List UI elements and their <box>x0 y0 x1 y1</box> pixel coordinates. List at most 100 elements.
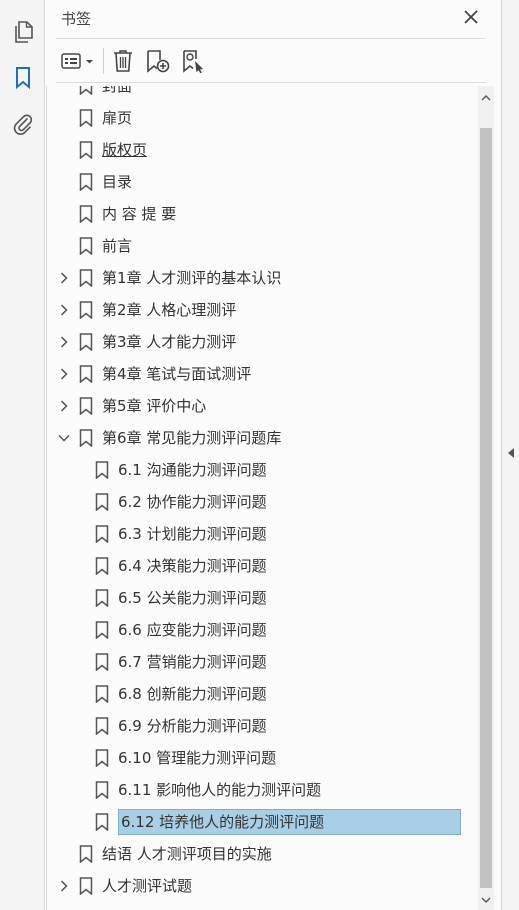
chevron-right-icon[interactable] <box>56 398 72 414</box>
paperclip-icon[interactable] <box>11 112 35 136</box>
bookmark-item[interactable]: 版权页 <box>47 135 478 165</box>
chevron-right-icon[interactable] <box>56 302 72 318</box>
bookmark-item[interactable]: 第1章 人才测评的基本认识 <box>47 263 478 293</box>
bookmark-label: 第2章 人格心理测评 <box>102 301 237 319</box>
bookmark-label: 6.9 分析能力测评问题 <box>118 717 267 735</box>
bookmark-item[interactable]: 人才测评试题 <box>47 871 478 901</box>
bookmarks-toolbar <box>46 44 501 78</box>
bookmark-item[interactable]: 第6章 常见能力测评问题库 <box>47 423 478 453</box>
bookmark-item[interactable]: 第2章 人格心理测评 <box>47 295 478 325</box>
bookmark-label: 扉页 <box>102 109 133 127</box>
bookmark-subitem[interactable]: 6.2 协作能力测评问题 <box>47 487 478 517</box>
find-bookmark-button[interactable] <box>180 47 208 75</box>
bookmark-icon <box>95 589 109 608</box>
bookmark-subitem[interactable]: 6.4 决策能力测评问题 <box>47 551 478 581</box>
bookmark-label: 6.6 应变能力测评问题 <box>118 621 267 639</box>
bookmark-label: 目录 <box>102 173 133 191</box>
bookmark-item[interactable]: 前言 <box>47 231 478 261</box>
bookmark-subitem[interactable]: 6.1 沟通能力测评问题 <box>47 455 478 485</box>
bookmark-icon <box>79 397 93 416</box>
bookmark-icon <box>79 205 93 224</box>
bookmark-tree: 封面扉页版权页目录内 容 提 要前言第1章 人才测评的基本认识第2章 人格心理测… <box>46 86 478 910</box>
bookmark-label: 版权页 <box>102 141 148 159</box>
bookmark-icon <box>95 813 109 832</box>
close-icon <box>464 10 478 24</box>
chevron-right-icon[interactable] <box>56 334 72 350</box>
bookmark-icon <box>95 557 109 576</box>
bookmark-icon <box>79 429 93 448</box>
bookmark-label: 6.3 计划能力测评问题 <box>118 525 267 543</box>
bookmark-item[interactable]: 目录 <box>47 167 478 197</box>
bookmark-item[interactable]: 内 容 提 要 <box>47 199 478 229</box>
scroll-up-button[interactable] <box>478 90 494 106</box>
bookmark-subitem[interactable]: 6.3 计划能力测评问题 <box>47 519 478 549</box>
chevron-right-icon[interactable] <box>56 878 72 894</box>
bookmark-label: 第3章 人才能力测评 <box>102 333 237 351</box>
bookmark-icon <box>95 653 109 672</box>
scroll-thumb[interactable] <box>480 128 492 888</box>
bookmark-subitem[interactable]: 6.5 公关能力测评问题 <box>47 583 478 613</box>
bookmark-label: 6.4 决策能力测评问题 <box>118 557 267 575</box>
bookmark-icon <box>95 461 109 480</box>
bookmark-label: 内 容 提 要 <box>102 205 177 223</box>
bookmark-label: 人才测评试题 <box>102 877 193 895</box>
chevron-right-icon[interactable] <box>56 270 72 286</box>
close-button[interactable] <box>461 7 481 27</box>
bookmark-icon <box>79 269 93 288</box>
bookmark-item[interactable]: 第3章 人才能力测评 <box>47 327 478 357</box>
bookmark-label: 6.12 培养他人的能力测评问题 <box>118 809 461 835</box>
bookmark-label: 6.7 营销能力测评问题 <box>118 653 267 671</box>
delete-bookmark-button[interactable] <box>110 47 136 75</box>
options-menu-button[interactable] <box>60 47 98 75</box>
list-options-icon <box>61 53 93 69</box>
chevron-right-icon[interactable] <box>56 366 72 382</box>
bookmark-item[interactable]: 封面 <box>47 86 478 101</box>
bookmark-icon <box>95 525 109 544</box>
bookmark-item[interactable]: 扉页 <box>47 103 478 133</box>
bookmark-icon <box>95 621 109 640</box>
bookmark-label: 6.1 沟通能力测评问题 <box>118 461 267 479</box>
bookmark-subitem[interactable]: 6.7 营销能力测评问题 <box>47 647 478 677</box>
bookmark-icon <box>79 141 93 160</box>
scroll-down-button[interactable] <box>478 892 494 908</box>
divider <box>56 38 486 39</box>
toolbar-separator <box>103 48 104 74</box>
bookmark-label: 6.11 影响他人的能力测评问题 <box>118 781 322 799</box>
bookmark-icon <box>79 237 93 256</box>
bookmark-icon <box>95 493 109 512</box>
chevron-down-icon[interactable] <box>56 430 72 446</box>
bookmark-item[interactable]: 第4章 笔试与面试测评 <box>47 359 478 389</box>
bookmark-subitem[interactable]: 6.12 培养他人的能力测评问题 <box>47 807 478 837</box>
bookmark-icon[interactable] <box>11 66 35 90</box>
pages-icon[interactable] <box>11 20 35 44</box>
add-bookmark-button[interactable] <box>144 47 172 75</box>
trash-icon <box>114 50 132 72</box>
pane-splitter[interactable] <box>501 0 519 910</box>
bookmark-label: 第5章 评价中心 <box>102 397 207 415</box>
bookmark-icon <box>79 109 93 128</box>
chevron-up-icon <box>481 95 491 101</box>
bookmark-subitem[interactable]: 6.10 管理能力测评问题 <box>47 743 478 773</box>
bookmark-label: 第6章 常见能力测评问题库 <box>102 429 282 447</box>
bookmark-label: 6.2 协作能力测评问题 <box>118 493 267 511</box>
bookmark-label: 6.10 管理能力测评问题 <box>118 749 277 767</box>
bookmark-icon <box>79 845 93 864</box>
bookmark-label: 前言 <box>102 237 133 255</box>
bookmark-search-icon <box>183 50 203 73</box>
bookmark-icon <box>79 301 93 320</box>
bookmarks-panel: 书签 封面 扉页 版权页 目录 内 容 提 要 前言 第1章 人才测评的基本认识… <box>46 0 501 910</box>
collapse-arrow-icon[interactable] <box>507 447 515 459</box>
panel-header: 书签 <box>46 0 501 38</box>
bookmark-item[interactable]: 结语 人才测评项目的实施 <box>47 839 478 869</box>
bookmark-subitem[interactable]: 6.11 影响他人的能力测评问题 <box>47 775 478 805</box>
bookmark-subitem[interactable]: 6.8 创新能力测评问题 <box>47 679 478 709</box>
bookmark-item[interactable]: 第5章 评价中心 <box>47 391 478 421</box>
bookmark-icon <box>79 333 93 352</box>
bookmark-label: 6.5 公关能力测评问题 <box>118 589 267 607</box>
bookmark-subitem[interactable]: 6.6 应变能力测评问题 <box>47 615 478 645</box>
bookmark-icon <box>95 685 109 704</box>
bookmark-icon <box>95 717 109 736</box>
bookmark-subitem[interactable]: 6.9 分析能力测评问题 <box>47 711 478 741</box>
scrollbar[interactable] <box>478 86 494 910</box>
bookmark-icon <box>79 86 93 96</box>
